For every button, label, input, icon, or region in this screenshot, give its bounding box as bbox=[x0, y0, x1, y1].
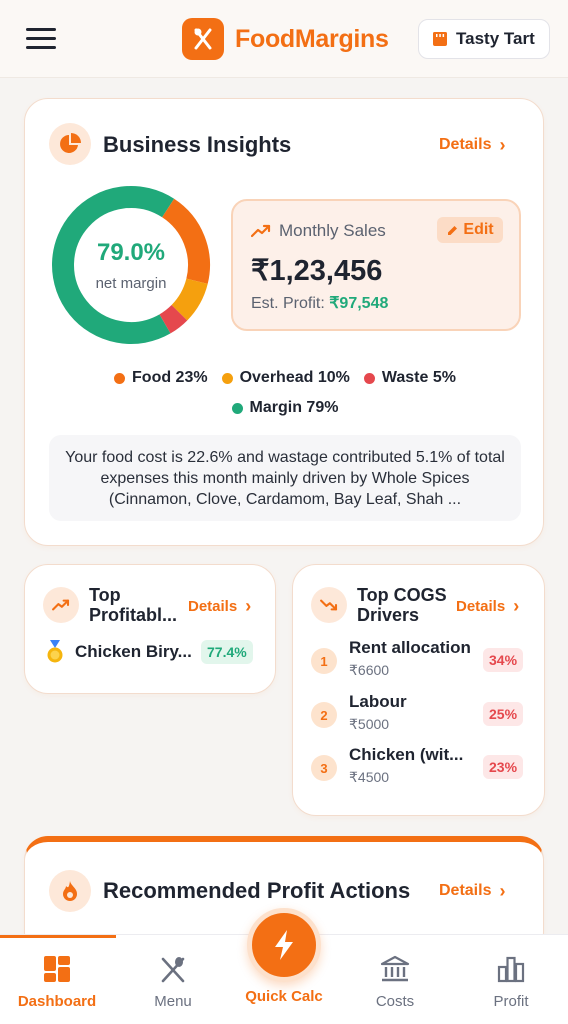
nav-label: Costs bbox=[375, 993, 415, 1010]
nav-menu[interactable]: Menu bbox=[116, 935, 230, 1024]
chevron-right-icon: › bbox=[499, 135, 506, 155]
actions-details-link[interactable]: Details › bbox=[439, 882, 505, 900]
top-profitable-card: Top Profitabl... Details › Chicken Biry.… bbox=[24, 564, 276, 694]
title-line: Profitabl... bbox=[89, 605, 178, 625]
store-name: Tasty Tart bbox=[456, 29, 535, 48]
chevron-right-icon: › bbox=[513, 596, 520, 616]
monthly-sales-amount: ₹1,23,456 bbox=[251, 255, 383, 287]
trend-down-icon bbox=[311, 587, 347, 623]
lightning-icon bbox=[275, 930, 293, 960]
store-selector[interactable]: Tasty Tart bbox=[418, 19, 550, 59]
edit-sales-button[interactable]: Edit bbox=[437, 217, 503, 243]
item-name: Rent allocation bbox=[349, 638, 471, 657]
legend-item-food: Food 23% bbox=[114, 369, 208, 387]
list-item[interactable]: 3 Chicken (wit... ₹4500 23% bbox=[311, 745, 531, 789]
flame-icon bbox=[49, 870, 91, 912]
top-cogs-details-link[interactable]: Details › bbox=[456, 597, 519, 615]
monthly-sales-label: Monthly Sales bbox=[279, 221, 386, 240]
list-item[interactable]: Chicken Biry... 77.4% bbox=[45, 637, 265, 667]
donut-center: 79.0% net margin bbox=[47, 181, 215, 349]
nav-label: Dashboard bbox=[17, 993, 97, 1010]
top-cogs-card: Top COGS Drivers Details › 1 Rent alloca… bbox=[292, 564, 545, 816]
bar-chart-icon bbox=[454, 955, 568, 983]
trend-up-icon bbox=[251, 224, 271, 238]
title-line: Top bbox=[89, 585, 121, 605]
legend-dot bbox=[363, 372, 375, 384]
quick-calc-label: Quick Calc bbox=[245, 988, 323, 1005]
margin-badge: 77.4% bbox=[201, 640, 253, 664]
menu-icon[interactable] bbox=[26, 28, 56, 50]
monthly-sales-box: Monthly Sales Edit ₹1,23,456 Est. Profit… bbox=[231, 199, 521, 331]
item-amount: ₹5000 bbox=[349, 716, 390, 732]
legend-label: Waste 5% bbox=[381, 369, 456, 386]
item-name: Chicken Biry... bbox=[75, 642, 192, 661]
business-insights-card: Business Insights Details › 79.0% net ma… bbox=[24, 98, 544, 546]
edit-label: Edit bbox=[463, 221, 494, 238]
legend-label: Food 23% bbox=[132, 369, 208, 386]
profit-prefix: Est. Profit: bbox=[251, 295, 330, 312]
bank-icon bbox=[338, 955, 452, 983]
legend-item-waste: Waste 5% bbox=[363, 369, 456, 387]
details-label: Details bbox=[439, 136, 492, 153]
item-amount: ₹6600 bbox=[349, 662, 390, 678]
share-badge: 34% bbox=[483, 648, 524, 672]
legend-label: Overhead 10% bbox=[239, 369, 350, 386]
top-profitable-details-link[interactable]: Details › bbox=[188, 597, 251, 615]
insights-details-link[interactable]: Details › bbox=[439, 136, 505, 154]
section-title: Recommended Profit Actions bbox=[103, 878, 411, 903]
quick-calc-button[interactable] bbox=[247, 908, 321, 982]
medal-icon bbox=[47, 640, 63, 663]
brand: FoodMargins bbox=[182, 18, 389, 60]
title-line: Top COGS bbox=[357, 585, 447, 605]
list-item[interactable]: 1 Rent allocation ₹6600 34% bbox=[311, 638, 531, 682]
section-title: Business Insights bbox=[103, 132, 292, 157]
app-header: FoodMargins Tasty Tart bbox=[0, 0, 568, 78]
fork-knife-logo-icon bbox=[182, 18, 224, 60]
details-label: Details bbox=[456, 597, 506, 615]
legend-dot bbox=[114, 372, 126, 384]
estimated-profit: Est. Profit: ₹97,548 bbox=[251, 293, 388, 313]
nav-label: Menu bbox=[154, 993, 192, 1010]
top-cogs-title: Top COGS Drivers bbox=[357, 585, 447, 625]
chevron-right-icon: › bbox=[499, 881, 506, 901]
rank-badge: 2 bbox=[311, 702, 337, 728]
nav-costs[interactable]: Costs bbox=[338, 935, 452, 1024]
legend-item-margin: Margin 79% bbox=[231, 399, 339, 417]
item-amount: ₹4500 bbox=[349, 769, 390, 785]
legend-dot bbox=[231, 402, 243, 414]
chart-legend-row-1: Food 23% Overhead 10% Waste 5% bbox=[25, 369, 545, 387]
rank-badge: 1 bbox=[311, 648, 337, 674]
rank-badge: 3 bbox=[311, 755, 337, 781]
store-icon bbox=[433, 32, 447, 46]
share-badge: 23% bbox=[483, 755, 524, 779]
chevron-right-icon: › bbox=[245, 596, 252, 616]
app-name: FoodMargins bbox=[235, 24, 389, 53]
dashboard-icon bbox=[0, 955, 114, 983]
share-badge: 25% bbox=[483, 702, 524, 726]
nav-label: Profit bbox=[493, 993, 529, 1010]
details-label: Details bbox=[439, 882, 492, 899]
net-margin-label: net margin bbox=[95, 275, 167, 292]
pencil-icon bbox=[448, 225, 458, 235]
title-line: Drivers bbox=[357, 605, 420, 625]
fork-knife-icon bbox=[116, 955, 230, 983]
top-profitable-title: Top Profitabl... bbox=[89, 585, 177, 625]
chart-legend-row-2: Margin 79% bbox=[25, 399, 545, 417]
list-item[interactable]: 2 Labour ₹5000 25% bbox=[311, 692, 531, 736]
net-margin-value: 79.0% bbox=[96, 239, 166, 266]
details-label: Details bbox=[188, 597, 238, 615]
item-name: Chicken (wit... bbox=[349, 745, 464, 764]
nav-profit[interactable]: Profit bbox=[454, 935, 568, 1024]
trend-up-icon bbox=[43, 587, 79, 623]
item-name: Labour bbox=[349, 692, 407, 711]
legend-dot bbox=[221, 372, 233, 384]
pie-chart-icon bbox=[49, 123, 91, 165]
legend-label: Margin 79% bbox=[249, 399, 339, 416]
profit-amount: ₹97,548 bbox=[329, 295, 389, 312]
nav-dashboard[interactable]: Dashboard bbox=[0, 935, 114, 1024]
legend-item-overhead: Overhead 10% bbox=[221, 369, 350, 387]
insights-summary-text: Your food cost is 22.6% and wastage cont… bbox=[49, 435, 521, 521]
